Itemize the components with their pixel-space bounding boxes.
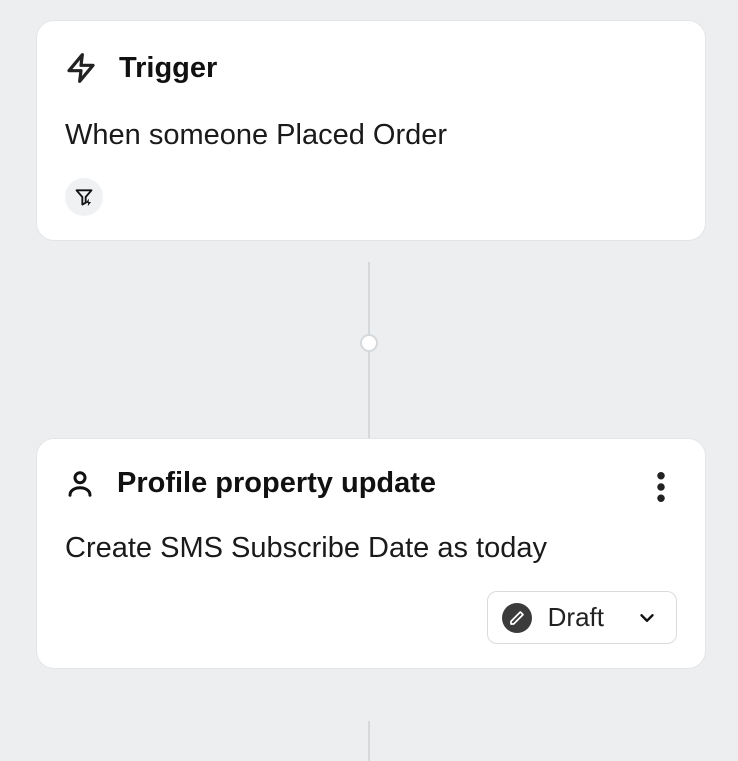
more-vertical-icon [657, 472, 665, 502]
flow-canvas: Trigger When someone Placed Order [0, 0, 738, 760]
lightning-icon [65, 49, 97, 87]
card-title: Trigger [119, 52, 217, 85]
person-icon [65, 468, 95, 500]
card-footer: Draft [65, 591, 677, 644]
more-options-button[interactable] [643, 469, 679, 505]
connector-line [368, 721, 370, 761]
status-dropdown[interactable]: Draft [487, 591, 677, 644]
card-description: Create SMS Subscribe Date as today [65, 532, 677, 565]
card-description: When someone Placed Order [65, 119, 677, 152]
trigger-filter-icon[interactable] [65, 178, 103, 216]
pencil-icon [502, 603, 532, 633]
chevron-down-icon [636, 607, 658, 629]
connector-node[interactable] [360, 334, 378, 352]
card-header: Profile property update [65, 467, 677, 500]
trigger-card[interactable]: Trigger When someone Placed Order [36, 20, 706, 241]
card-header: Trigger [65, 49, 677, 87]
action-card[interactable]: Profile property update Create SMS Subsc… [36, 438, 706, 669]
card-title: Profile property update [117, 467, 436, 500]
status-label: Draft [548, 602, 604, 633]
card-footer-icons [65, 152, 677, 216]
